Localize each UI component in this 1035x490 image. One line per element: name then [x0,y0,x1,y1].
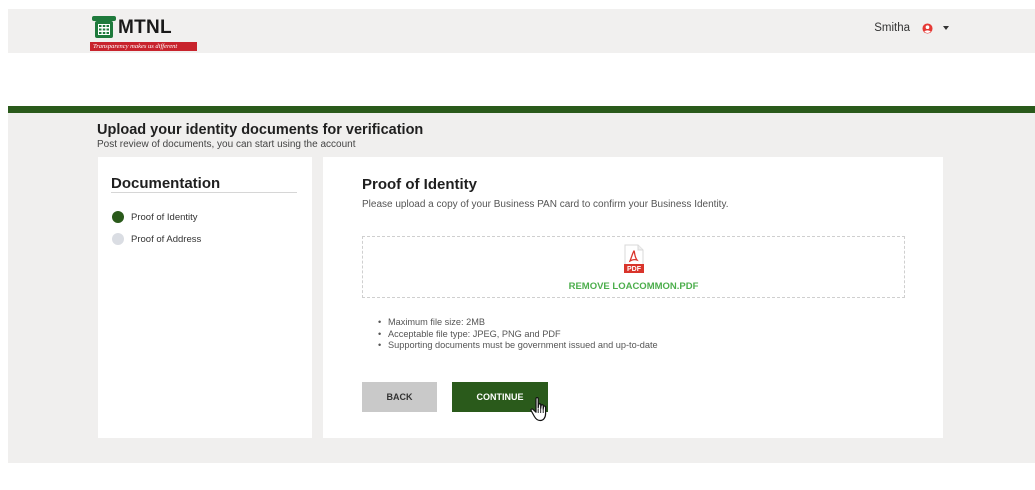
pdf-icon-label: PDF [627,266,642,273]
file-upload-dropzone[interactable]: PDF REMOVE LOACOMMON.PDF [362,236,905,298]
section-description: Please upload a copy of your Business PA… [362,199,729,210]
sidebar-title: Documentation [111,175,221,192]
brand-name: MTNL [118,17,172,38]
sidebar-item-proof-of-identity[interactable]: Proof of Identity [112,211,198,223]
user-menu[interactable]: Smitha [874,22,949,34]
step-active-dot-icon [112,211,124,223]
list-item: Supporting documents must be government … [378,340,658,352]
sidebar-item-label: Proof of Identity [131,211,198,223]
pdf-file-icon: PDF [624,244,644,273]
page-title: Upload your identity documents for verif… [97,122,424,138]
list-item: Acceptable file type: JPEG, PNG and PDF [378,329,658,341]
hand-pointer-cursor-icon [530,397,547,422]
sidebar-divider [111,192,297,193]
page-subtitle: Post review of documents, you can start … [97,139,356,150]
sidebar-item-label: Proof of Address [131,233,202,245]
remove-file-link[interactable]: REMOVE LOACOMMON.PDF [363,281,904,292]
header-accent-bar [8,106,1035,113]
chevron-down-icon[interactable] [943,26,949,30]
back-button[interactable]: BACK [362,382,437,412]
step-pending-dot-icon [112,233,124,245]
proof-of-identity-panel: Proof of Identity Please upload a copy o… [323,157,943,438]
list-item: Maximum file size: 2MB [378,317,658,329]
user-avatar-icon [922,22,933,34]
sidebar-item-proof-of-address[interactable]: Proof of Address [112,233,201,245]
documentation-sidebar: Documentation Proof of Identity Proof of… [98,157,312,438]
brand-tagline: Transparency makes us different [90,42,197,51]
user-name: Smitha [874,22,910,34]
mtnl-logo[interactable]: MTNL Transparency makes us different [88,12,203,58]
upload-requirements-list: Maximum file size: 2MB Acceptable file t… [378,317,658,352]
section-title: Proof of Identity [362,176,477,193]
telephone-logo-icon [92,16,116,38]
